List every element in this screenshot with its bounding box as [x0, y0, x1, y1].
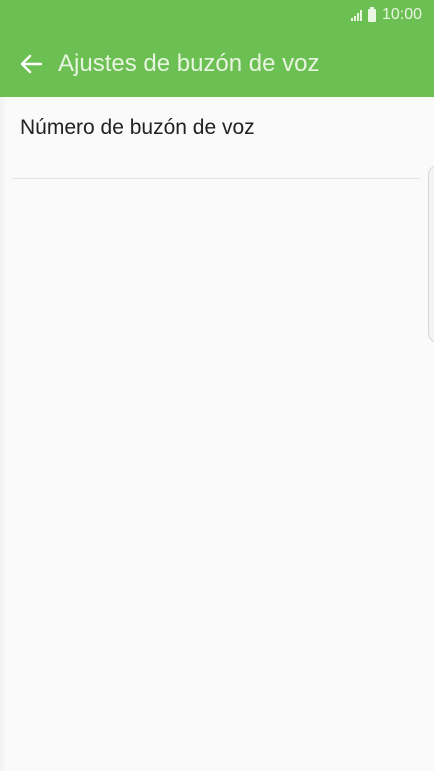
- divider: [12, 178, 420, 179]
- status-indicators: 10:00: [350, 5, 422, 25]
- phone-screen: 10:00 Ajustes de buzón de voz Número de …: [0, 0, 434, 771]
- settings-list: Número de buzón de voz: [0, 97, 434, 771]
- list-item-voicemail-number[interactable]: Número de buzón de voz: [0, 97, 434, 179]
- battery-icon: [367, 6, 376, 22]
- back-button[interactable]: [16, 49, 46, 79]
- arrow-left-icon: [20, 54, 42, 73]
- status-time: 10:00: [381, 6, 422, 23]
- status-bar: 10:00: [0, 0, 434, 30]
- edge-panel-handle[interactable]: [428, 165, 434, 343]
- signal-icon: [350, 9, 362, 21]
- list-item-label: Número de buzón de voz: [20, 116, 255, 139]
- app-bar: Ajustes de buzón de voz: [0, 30, 434, 97]
- page-title: Ajustes de buzón de voz: [58, 49, 320, 77]
- edge-shadow: [0, 97, 6, 771]
